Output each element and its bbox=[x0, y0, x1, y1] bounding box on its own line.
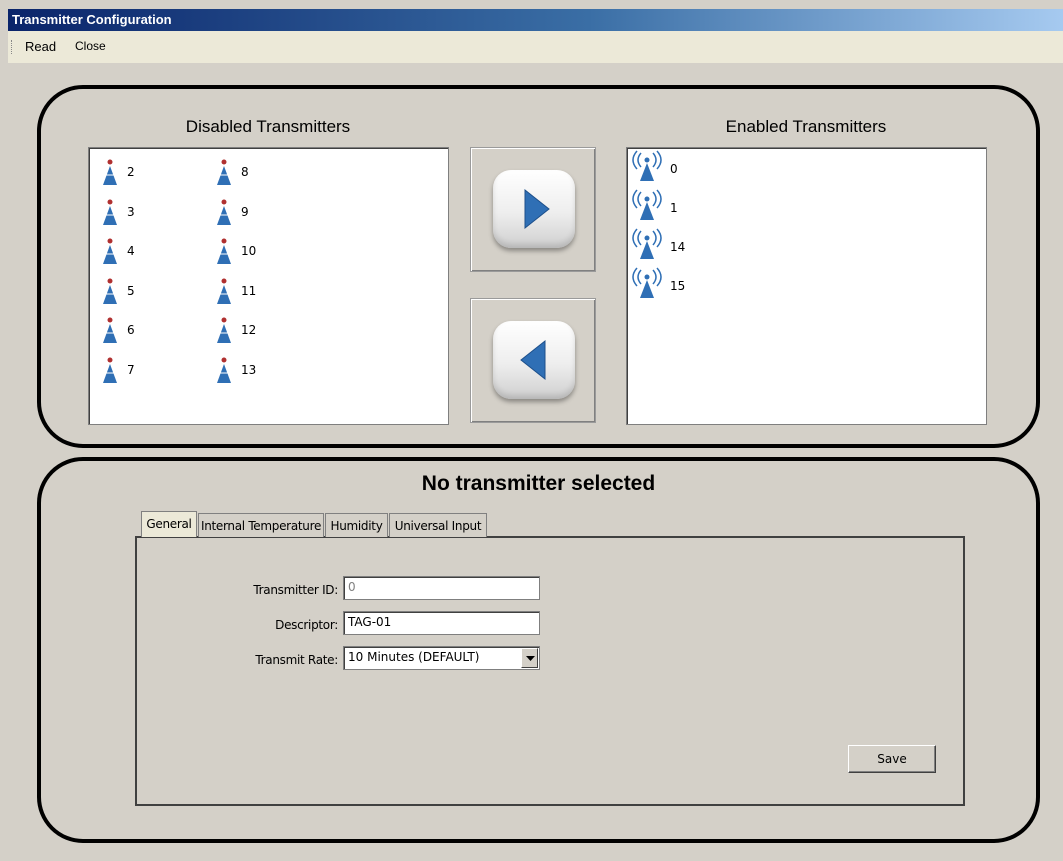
transmit-rate-value: 10 Minutes (DEFAULT) bbox=[348, 650, 480, 664]
enable-arrow-frame bbox=[470, 147, 596, 272]
disable-arrow-frame bbox=[470, 298, 596, 423]
transmitter-off-icon bbox=[217, 199, 231, 225]
transmitter-label: 5 bbox=[127, 283, 135, 298]
left-arrow-icon bbox=[520, 339, 546, 381]
transmitter-on-icon bbox=[632, 150, 662, 181]
enabled-transmitters-title: Enabled Transmitters bbox=[725, 117, 887, 136]
transmitter-label: 4 bbox=[127, 244, 135, 258]
menu-close[interactable]: Close bbox=[75, 39, 106, 53]
transmitter-off-icon bbox=[103, 199, 117, 225]
transmitter-off-icon bbox=[103, 317, 117, 343]
transmitter-off-icon bbox=[217, 278, 231, 304]
tab-humidity[interactable]: Humidity bbox=[325, 513, 388, 537]
window-title: Transmitter Configuration bbox=[8, 9, 1063, 31]
transmitter-label: 8 bbox=[241, 165, 249, 179]
disable-transmitter-button[interactable] bbox=[493, 321, 575, 399]
list-item[interactable]: 14 bbox=[628, 228, 685, 260]
transmitter-label: 13 bbox=[241, 362, 257, 377]
list-item[interactable]: 0 bbox=[628, 150, 678, 182]
transmitter-label: 15 bbox=[670, 279, 686, 293]
transmitter-label: 3 bbox=[127, 204, 135, 219]
transmitter-label: 1 bbox=[670, 201, 678, 215]
list-item[interactable]: 4 bbox=[101, 235, 135, 267]
menu-read[interactable]: Read bbox=[25, 39, 56, 54]
transmitter-label: 11 bbox=[241, 283, 257, 298]
transmitter-off-icon bbox=[103, 238, 117, 264]
transmitter-off-icon bbox=[103, 278, 117, 304]
enable-transmitter-button[interactable] bbox=[493, 170, 575, 248]
transmitter-label: 6 bbox=[127, 323, 135, 337]
transmitter-label: 7 bbox=[127, 362, 135, 377]
tab-general[interactable]: General bbox=[141, 511, 197, 537]
descriptor-field[interactable]: TAG-01 bbox=[343, 611, 540, 635]
list-item[interactable]: 8 bbox=[215, 156, 249, 188]
save-button[interactable]: Save bbox=[848, 745, 936, 773]
transmitter-label: 0 bbox=[670, 162, 678, 176]
transmitter-off-icon bbox=[217, 159, 231, 185]
tab-internal-temperature[interactable]: Internal Temperature bbox=[198, 513, 324, 537]
disabled-transmitters-list[interactable]: 2 3 4 5 6 7 8 9 10 11 12 13 bbox=[88, 147, 449, 425]
transmitter-id-field[interactable]: 0 bbox=[343, 576, 540, 600]
list-item[interactable]: 2 bbox=[101, 156, 135, 188]
transmitter-off-icon bbox=[103, 159, 117, 185]
list-item[interactable]: 15 bbox=[628, 267, 685, 299]
disabled-transmitters-title: Disabled Transmitters bbox=[185, 117, 351, 136]
transmitter-label: 10 bbox=[241, 244, 257, 258]
transmit-rate-label: Transmit Rate: bbox=[255, 653, 338, 667]
enabled-transmitters-list[interactable]: 0 1 14 15 bbox=[626, 147, 987, 425]
transmitter-on-icon bbox=[632, 189, 662, 220]
transmitter-on-icon bbox=[632, 228, 662, 259]
list-item[interactable]: 3 bbox=[101, 196, 135, 228]
transmitter-label: 14 bbox=[670, 240, 686, 254]
dropdown-button[interactable] bbox=[521, 648, 538, 668]
list-item[interactable]: 1 bbox=[628, 189, 678, 221]
transmitter-label: 9 bbox=[241, 204, 249, 219]
list-item[interactable]: 10 bbox=[215, 235, 256, 267]
right-arrow-icon bbox=[524, 188, 550, 230]
tab-panel-general bbox=[135, 536, 965, 806]
list-item[interactable]: 12 bbox=[215, 314, 256, 346]
transmitter-off-icon bbox=[217, 357, 231, 383]
menu-bar: Read Close bbox=[8, 31, 1063, 63]
list-item[interactable]: 11 bbox=[215, 275, 256, 307]
transmitter-off-icon bbox=[103, 357, 117, 383]
selection-headline: No transmitter selected bbox=[421, 472, 656, 495]
tab-universal-input[interactable]: Universal Input bbox=[389, 513, 487, 537]
toolbar-grip[interactable] bbox=[11, 40, 14, 54]
transmitter-on-icon bbox=[632, 267, 662, 298]
list-item[interactable]: 6 bbox=[101, 314, 135, 346]
list-item[interactable]: 7 bbox=[101, 354, 135, 386]
list-item[interactable]: 5 bbox=[101, 275, 135, 307]
descriptor-label: Descriptor: bbox=[275, 618, 338, 632]
transmitter-label: 2 bbox=[127, 165, 135, 179]
list-item[interactable]: 9 bbox=[215, 196, 249, 228]
transmitter-label: 12 bbox=[241, 323, 257, 337]
transmitter-off-icon bbox=[217, 317, 231, 343]
list-item[interactable]: 13 bbox=[215, 354, 256, 386]
transmit-rate-select[interactable]: 10 Minutes (DEFAULT) bbox=[343, 646, 540, 670]
chevron-down-icon bbox=[526, 656, 535, 661]
transmitter-off-icon bbox=[217, 238, 231, 264]
transmitter-id-label: Transmitter ID: bbox=[253, 583, 338, 597]
